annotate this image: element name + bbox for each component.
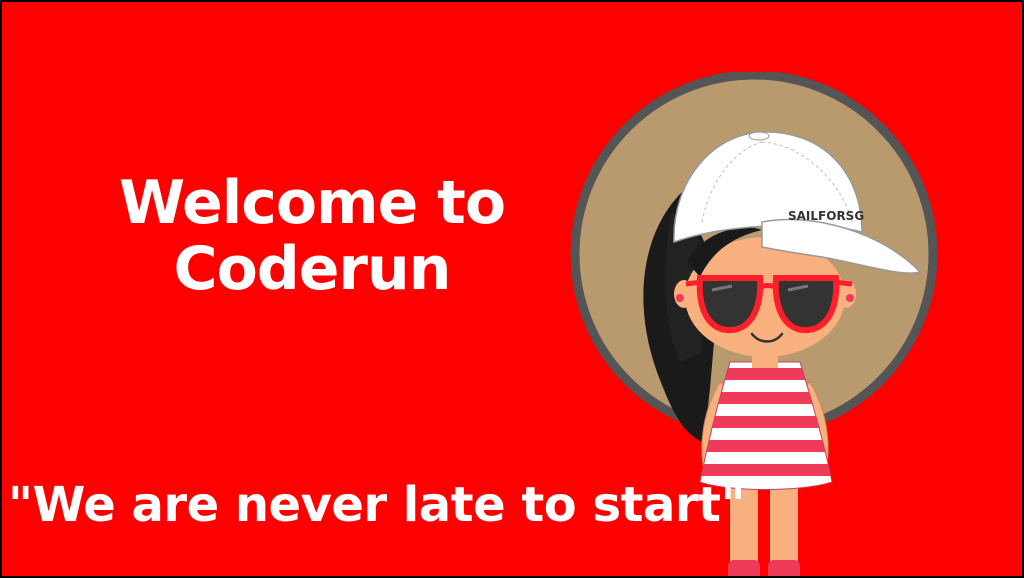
page-title: Welcome to Coderun [82,170,542,302]
tagline: "We are never late to start" [8,477,746,533]
shoe-left [728,560,760,576]
earring-left [676,294,684,302]
shoe-right [768,560,800,576]
title-line-1: Welcome to [118,168,506,238]
earring-right [846,294,854,302]
cap-button [748,131,770,141]
slide: Welcome to Coderun SAILFORSG "We are nev… [2,2,1022,576]
cap-label: SAILFORSG [788,209,864,223]
title-line-2: Coderun [173,234,452,304]
